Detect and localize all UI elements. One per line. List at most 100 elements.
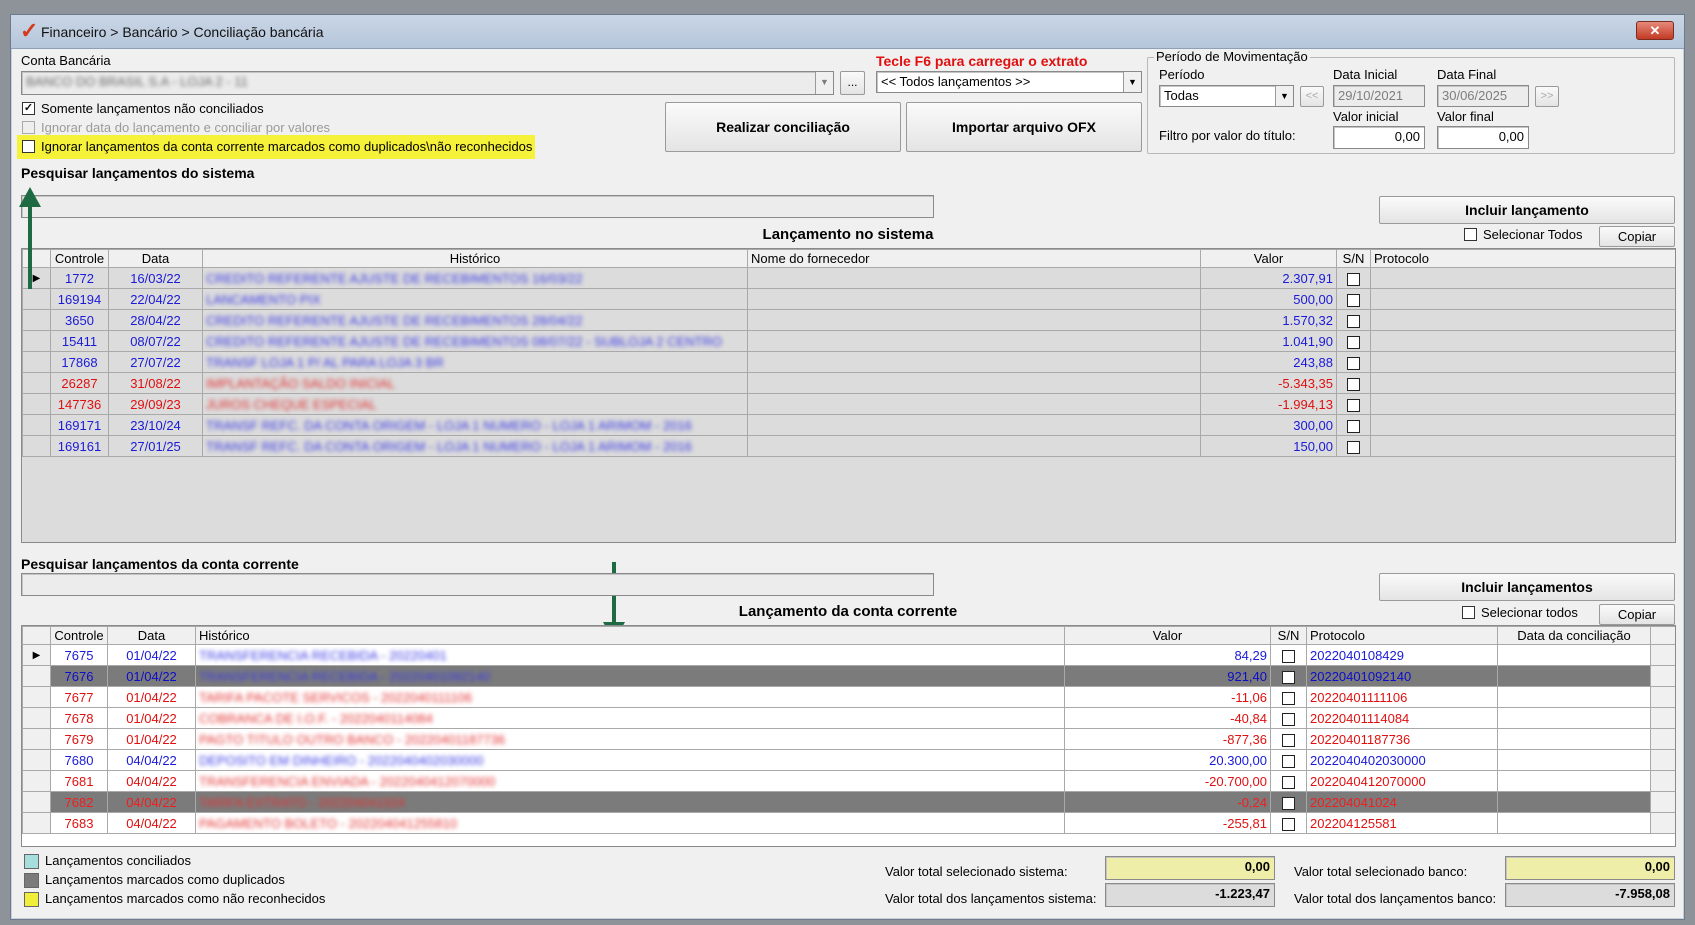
sn-checkbox[interactable] (1282, 817, 1295, 831)
chevron-down-icon[interactable]: ▼ (815, 72, 833, 94)
sn-checkbox[interactable] (1347, 377, 1360, 391)
scrollbar-cell[interactable] (1650, 644, 1675, 666)
lancamentos-select[interactable]: << Todos lançamentos >> ▼ (876, 71, 1142, 93)
sn-cell[interactable] (1270, 770, 1307, 792)
row-indicator[interactable]: ▶ (22, 644, 51, 666)
row-indicator[interactable] (22, 414, 51, 436)
conta-row[interactable]: ▶ 7675 01/04/22 TRANSFERENCIA RECEBIDA - 20… (22, 644, 1675, 666)
sn-checkbox[interactable] (1282, 691, 1295, 705)
sn-checkbox[interactable] (1282, 796, 1295, 810)
conta-search-input[interactable] (21, 573, 934, 596)
conta-select-all-checkbox[interactable] (1462, 606, 1475, 619)
sn-cell[interactable] (1336, 435, 1371, 457)
col-sn[interactable]: S/N (1270, 626, 1307, 645)
sn-checkbox[interactable] (1282, 754, 1295, 768)
ignorar-duplicados-checkbox[interactable] (22, 140, 35, 153)
data-final-field[interactable]: 30/06/2025 (1437, 85, 1529, 107)
scrollbar-cell[interactable] (1650, 812, 1675, 834)
periodo-prev-button[interactable]: << (1300, 86, 1324, 107)
row-indicator[interactable] (22, 330, 51, 352)
scrollbar-cell[interactable] (1650, 749, 1675, 771)
conta-row[interactable]: 7682 04/04/22 TARIFA EXTRATO - 20220404102… (22, 791, 1675, 813)
sistema-row[interactable]: 169161 27/01/25 TRANSF REFC. DA CONTA ORIG… (22, 435, 1675, 457)
sn-cell[interactable] (1270, 665, 1307, 687)
row-indicator[interactable] (22, 351, 51, 373)
sistema-row[interactable]: ▶ 1772 16/03/22 CREDITO REFERENTE AJUSTE DE… (22, 267, 1675, 289)
sistema-row[interactable]: 147736 29/09/23 JUROS CHEQUE ESPECIAL -1.99… (22, 393, 1675, 415)
sn-checkbox[interactable] (1282, 670, 1295, 684)
sn-cell[interactable] (1270, 749, 1307, 771)
valor-final-field[interactable]: 0,00 (1437, 126, 1529, 149)
valor-inicial-field[interactable]: 0,00 (1333, 126, 1425, 149)
periodo-select[interactable]: Todas ▼ (1159, 85, 1294, 107)
col-controle[interactable]: Controle (50, 626, 108, 645)
row-indicator[interactable] (22, 288, 51, 310)
conta-row[interactable]: 7678 01/04/22 COBRANCA DE I.O.F. - 2022040… (22, 707, 1675, 729)
sn-cell[interactable] (1270, 686, 1307, 708)
col-valor[interactable]: Valor (1064, 626, 1271, 645)
sn-cell[interactable] (1336, 393, 1371, 415)
row-indicator[interactable] (22, 728, 51, 750)
sistema-row[interactable]: 17868 27/07/22 TRANSF LOJA 1 P/ AL PARA LO… (22, 351, 1675, 373)
sn-cell[interactable] (1336, 330, 1371, 352)
sistema-row[interactable]: 169194 22/04/22 LANCAMENTO PIX 500,00 (22, 288, 1675, 310)
row-indicator[interactable] (22, 812, 51, 834)
col-valor[interactable]: Valor (1200, 249, 1337, 268)
sn-checkbox[interactable] (1347, 419, 1360, 433)
sn-checkbox[interactable] (1347, 293, 1360, 307)
col-sn[interactable]: S/N (1336, 249, 1371, 268)
sn-cell[interactable] (1336, 309, 1371, 331)
sn-checkbox[interactable] (1282, 775, 1295, 789)
sn-cell[interactable] (1336, 414, 1371, 436)
data-inicial-field[interactable]: 29/10/2021 (1333, 85, 1425, 107)
col-data[interactable]: Data (107, 626, 196, 645)
row-indicator[interactable] (22, 749, 51, 771)
sn-cell[interactable] (1270, 812, 1307, 834)
somente-checkbox[interactable] (22, 102, 35, 115)
conta-row[interactable]: 7681 04/04/22 TRANSFERENCIA ENVIADA - 2022… (22, 770, 1675, 792)
conta-row[interactable]: 7679 01/04/22 PAGTO TITULO OUTRO BANCO - 2… (22, 728, 1675, 750)
sn-cell[interactable] (1336, 267, 1371, 289)
sn-checkbox[interactable] (1347, 272, 1360, 286)
row-indicator[interactable] (22, 707, 51, 729)
conta-more-button[interactable]: ... (840, 71, 865, 95)
sn-cell[interactable] (1270, 791, 1307, 813)
col-protocolo[interactable]: Protocolo (1306, 626, 1498, 645)
sistema-select-all-checkbox[interactable] (1464, 228, 1477, 241)
sn-cell[interactable] (1336, 351, 1371, 373)
row-indicator[interactable]: ▶ (22, 267, 51, 289)
sistema-row[interactable]: 169171 23/10/24 TRANSF REFC. DA CONTA ORIG… (22, 414, 1675, 436)
sn-checkbox[interactable] (1347, 398, 1360, 412)
row-indicator[interactable] (22, 393, 51, 415)
sn-cell[interactable] (1270, 707, 1307, 729)
chevron-down-icon[interactable]: ▼ (1123, 72, 1141, 92)
scrollbar-cell[interactable] (1650, 770, 1675, 792)
scrollbar-cell[interactable] (1650, 707, 1675, 729)
col-controle[interactable]: Controle (50, 249, 109, 268)
incluir-lancamento-button[interactable]: Incluir lançamento (1379, 196, 1675, 224)
col-fornecedor[interactable]: Nome do fornecedor (747, 249, 1201, 268)
row-indicator[interactable] (22, 372, 51, 394)
sn-cell[interactable] (1270, 728, 1307, 750)
sn-cell[interactable] (1336, 288, 1371, 310)
row-indicator[interactable] (22, 309, 51, 331)
realizar-conciliacao-button[interactable]: Realizar conciliação (665, 102, 901, 152)
sistema-row[interactable]: 26287 31/08/22 IMPLANTAÇÃO SALDO INICIAL -5… (22, 372, 1675, 394)
conta-select[interactable]: BANCO DO BRASIL S.A - LOJA 2 - 11 ▼ (21, 71, 834, 95)
chevron-down-icon[interactable]: ▼ (1275, 86, 1293, 106)
periodo-next-button[interactable]: >> (1535, 86, 1559, 107)
sn-checkbox[interactable] (1347, 335, 1360, 349)
sistema-copiar-button[interactable]: Copiar (1599, 226, 1675, 247)
conta-copiar-button[interactable]: Copiar (1599, 604, 1675, 625)
sn-cell[interactable] (1336, 372, 1371, 394)
conta-row[interactable]: 7677 01/04/22 TARIFA PACOTE SERVICOS - 202… (22, 686, 1675, 708)
col-protocolo[interactable]: Protocolo (1370, 249, 1675, 268)
row-indicator[interactable] (22, 665, 51, 687)
col-data[interactable]: Data (108, 249, 203, 268)
col-historico[interactable]: Histórico (202, 249, 748, 268)
importar-ofx-button[interactable]: Importar arquivo OFX (906, 102, 1142, 152)
sn-checkbox[interactable] (1347, 440, 1360, 454)
scrollbar-cell[interactable] (1650, 728, 1675, 750)
sn-checkbox[interactable] (1347, 314, 1360, 328)
sn-checkbox[interactable] (1282, 712, 1295, 726)
